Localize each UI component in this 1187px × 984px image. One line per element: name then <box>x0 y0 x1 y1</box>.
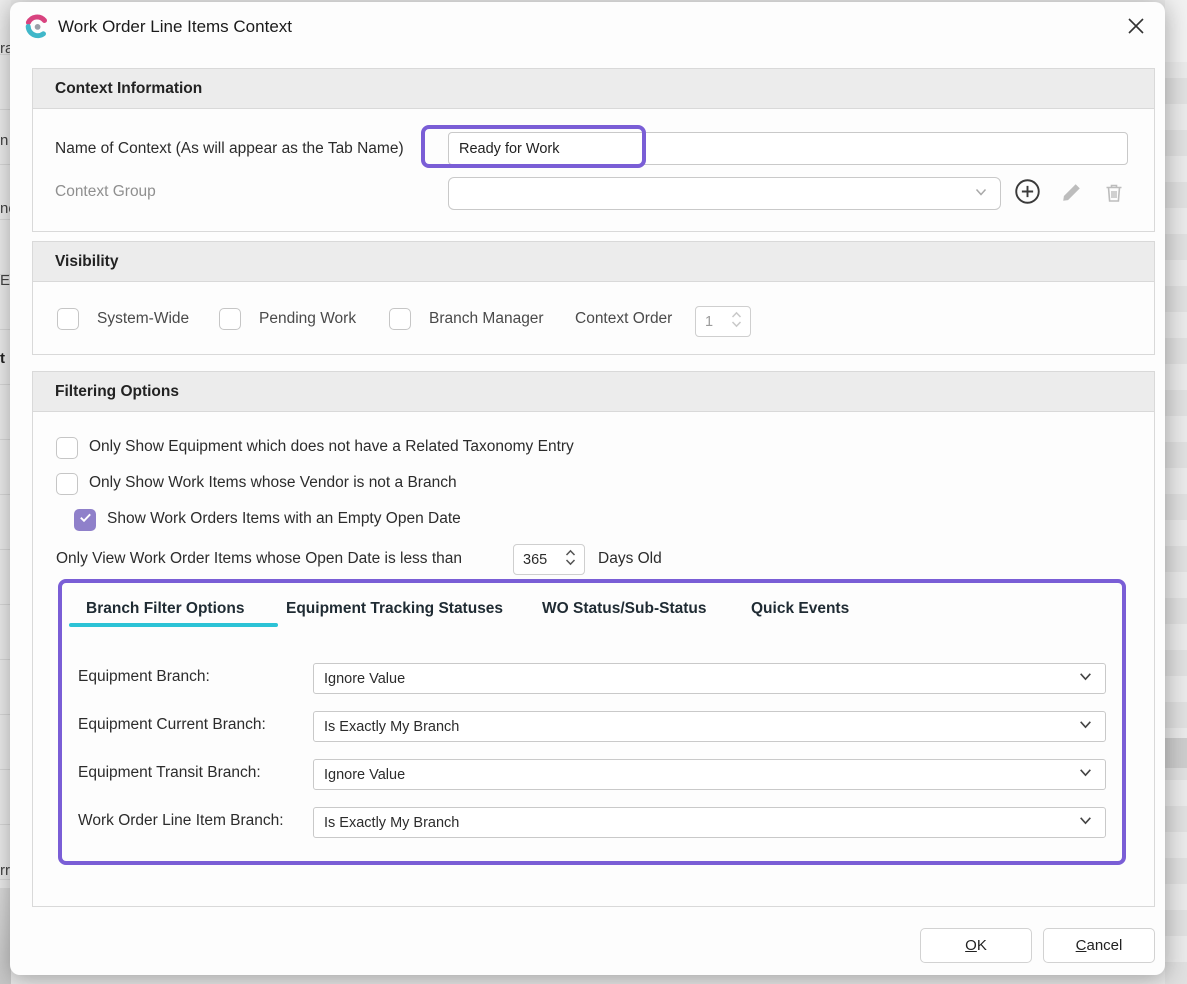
background-right-strip <box>1165 0 1187 984</box>
add-group-button[interactable] <box>1013 180 1041 208</box>
pending-work-checkbox[interactable] <box>219 308 241 330</box>
chevron-down-icon <box>1078 765 1093 784</box>
trash-icon <box>1102 181 1126 210</box>
up-down-chevrons-icon <box>731 310 742 333</box>
filtering-options-header: Filtering Options <box>33 372 1154 412</box>
work-order-line-item-branch-dropdown[interactable]: Is Exactly My Branch <box>313 807 1106 838</box>
app-logo-icon <box>23 13 51 41</box>
chevron-down-icon <box>1078 669 1093 688</box>
chevron-down-icon <box>974 185 988 203</box>
ok-button[interactable]: OK <box>920 928 1032 963</box>
visibility-group: Visibility System-Wide Pending Work Bran… <box>32 241 1155 355</box>
checkmark-icon <box>78 510 93 530</box>
no-taxonomy-label: Only Show Equipment which does not have … <box>89 438 574 456</box>
vendor-not-branch-label: Only Show Work Items whose Vendor is not… <box>89 474 457 492</box>
work-order-line-item-branch-label: Work Order Line Item Branch: <box>78 812 284 830</box>
close-icon <box>1125 15 1147 42</box>
ok-button-accesskey: O <box>965 937 977 954</box>
context-order-stepper[interactable]: 1 <box>695 306 751 337</box>
context-order-value: 1 <box>705 314 713 330</box>
empty-open-date-label: Show Work Orders Items with an Empty Ope… <box>107 510 461 528</box>
cancel-button[interactable]: Cancel <box>1043 928 1155 963</box>
equipment-current-branch-dropdown[interactable]: Is Exactly My Branch <box>313 711 1106 742</box>
active-tab-underline <box>69 623 278 627</box>
tab-quick-events[interactable]: Quick Events <box>751 600 849 618</box>
tab-branch-filter-options[interactable]: Branch Filter Options <box>86 600 244 618</box>
up-down-chevrons-icon <box>565 548 576 571</box>
days-old-prefix-label: Only View Work Order Items whose Open Da… <box>56 550 462 568</box>
equipment-current-branch-label: Equipment Current Branch: <box>78 716 266 734</box>
system-wide-label: System-Wide <box>97 310 189 328</box>
background-right-top <box>1165 0 1187 62</box>
days-old-value: 365 <box>523 552 547 568</box>
name-of-context-label: Name of Context (As will appear as the T… <box>55 140 404 158</box>
branch-manager-checkbox[interactable] <box>389 308 411 330</box>
cancel-button-accesskey: C <box>1076 937 1087 954</box>
empty-open-date-checkbox[interactable] <box>74 509 96 531</box>
days-old-stepper[interactable]: 365 <box>513 544 585 575</box>
chevron-down-icon <box>1078 717 1093 736</box>
context-group-dropdown[interactable] <box>448 177 1001 210</box>
no-taxonomy-checkbox[interactable] <box>56 437 78 459</box>
context-name-input[interactable] <box>448 132 1128 165</box>
pencil-icon <box>1060 181 1083 209</box>
close-button[interactable] <box>1118 10 1154 46</box>
filtering-options-group: Filtering Options Only Show Equipment wh… <box>32 371 1155 907</box>
dialog-title: Work Order Line Items Context <box>58 17 292 37</box>
work-order-line-item-branch-value: Is Exactly My Branch <box>324 815 459 831</box>
screen: ra n ne E t rr Work Order Line Items Con… <box>0 0 1187 984</box>
equipment-branch-dropdown[interactable]: Ignore Value <box>313 663 1106 694</box>
equipment-branch-label: Equipment Branch: <box>78 668 210 686</box>
system-wide-checkbox[interactable] <box>57 308 79 330</box>
days-old-suffix-label: Days Old <box>598 550 662 568</box>
cancel-button-text: ancel <box>1086 937 1122 954</box>
branch-manager-label: Branch Manager <box>429 310 544 328</box>
pending-work-label: Pending Work <box>259 310 356 328</box>
equipment-current-branch-value: Is Exactly My Branch <box>324 719 459 735</box>
context-group-label: Context Group <box>55 183 156 201</box>
equipment-transit-branch-dropdown[interactable]: Ignore Value <box>313 759 1106 790</box>
tab-equipment-tracking-statuses[interactable]: Equipment Tracking Statuses <box>286 600 503 618</box>
tab-wo-status-sub-status[interactable]: WO Status/Sub-Status <box>542 600 706 618</box>
edit-group-button[interactable] <box>1057 181 1085 209</box>
work-order-context-dialog: Work Order Line Items Context Context In… <box>10 2 1165 975</box>
background-right-selected-row <box>1165 738 1187 768</box>
chevron-down-icon <box>1078 813 1093 832</box>
equipment-transit-branch-label: Equipment Transit Branch: <box>78 764 261 782</box>
context-information-group: Context Information Name of Context (As … <box>32 68 1155 232</box>
plus-circle-icon <box>1014 178 1041 210</box>
visibility-header: Visibility <box>33 242 1154 282</box>
vendor-not-branch-checkbox[interactable] <box>56 473 78 495</box>
equipment-transit-branch-value: Ignore Value <box>324 767 405 783</box>
equipment-branch-value: Ignore Value <box>324 671 405 687</box>
ok-button-text: K <box>977 937 987 954</box>
context-order-label: Context Order <box>575 310 672 328</box>
delete-group-button[interactable] <box>1100 181 1128 209</box>
context-information-header: Context Information <box>33 69 1154 109</box>
